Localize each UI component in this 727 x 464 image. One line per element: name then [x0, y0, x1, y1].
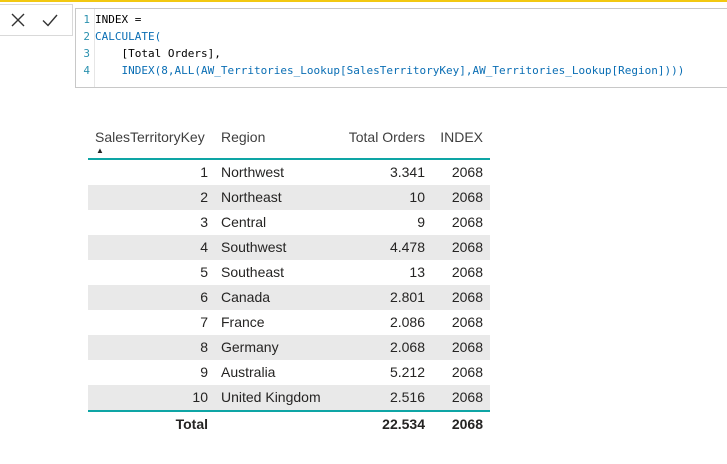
table-row[interactable]: 1 Northwest 3.341 2068 — [88, 160, 490, 185]
line-number: 1 — [83, 13, 90, 26]
formula-bar: 1 INDEX = 2 CALCULATE(3 [Total Orders], 4 IN… — [0, 2, 727, 88]
cell-territory-key: 3 — [200, 214, 208, 230]
table-row[interactable]: 5 Southeast 13 2068 — [88, 260, 490, 285]
table-row[interactable]: 6 Canada 2.801 2068 — [88, 285, 490, 310]
table-body: 1 Northwest 3.341 2068 2 Northeast 10 2068 3 Cent… — [88, 160, 490, 410]
cell-index: 2068 — [451, 239, 483, 255]
cell-total-orders: 2.086 — [389, 314, 425, 330]
table-row[interactable]: 4 Southwest 4.478 2068 — [88, 235, 490, 260]
line-number: 3 — [83, 47, 90, 60]
code-line: 1 INDEX = — [76, 11, 141, 28]
cell-total-orders: 4.478 — [389, 239, 425, 255]
table-row[interactable]: 2 Northeast 10 2068 — [88, 185, 490, 210]
cell-index: 2068 — [451, 264, 483, 280]
cell-total-orders: 5.212 — [389, 364, 425, 380]
code-line: 4 INDEX(8,ALL(AW_Territories_Lookup[Sale… — [76, 62, 684, 79]
table-row[interactable]: 7 France 2.086 2068 — [88, 310, 490, 335]
total-label: Total — [175, 416, 208, 432]
code-line: 2 CALCULATE( — [76, 28, 161, 45]
cell-index: 2068 — [451, 189, 483, 205]
cell-territory-key: 10 — [192, 389, 208, 405]
code-line: 3 [Total Orders], — [76, 45, 221, 62]
table-total-row: Total 22.534 2068 — [88, 410, 490, 437]
code-text: [Total Orders], — [95, 47, 221, 60]
table-visual: SalesTerritoryKey ▲ Region Total Orders … — [88, 122, 490, 437]
cell-total-orders: 2.068 — [389, 339, 425, 355]
table-header-row: SalesTerritoryKey ▲ Region Total Orders … — [88, 122, 490, 160]
formula-actions — [0, 4, 73, 36]
column-header-total-orders[interactable]: Total Orders — [338, 122, 425, 152]
commit-formula-button[interactable] — [38, 8, 62, 32]
cell-total-orders: 3.341 — [389, 164, 425, 180]
cell-index: 2068 — [451, 314, 483, 330]
x-icon — [11, 13, 25, 27]
cell-territory-key: 5 — [200, 264, 208, 280]
table-row[interactable]: 3 Central 9 2068 — [88, 210, 490, 235]
cell-index: 2068 — [451, 214, 483, 230]
line-number: 4 — [83, 64, 90, 77]
code-text: INDEX(8,ALL(AW_Territories_Lookup[SalesT… — [95, 64, 685, 77]
cell-index: 2068 — [451, 364, 483, 380]
cell-total-orders: 10 — [409, 189, 425, 205]
cancel-formula-button[interactable] — [6, 8, 30, 32]
cell-territory-key: 1 — [200, 164, 208, 180]
table-row[interactable]: 9 Australia 5.212 2068 — [88, 360, 490, 385]
table-row[interactable]: 8 Germany 2.068 2068 — [88, 335, 490, 360]
column-header-index[interactable]: INDEX — [428, 122, 483, 152]
sort-ascending-icon: ▲ — [96, 146, 104, 155]
cell-territory-key: 7 — [200, 314, 208, 330]
line-number: 2 — [83, 30, 90, 43]
total-orders-value: 22.534 — [382, 416, 425, 432]
code-text: CALCULATE( — [95, 30, 162, 43]
cell-total-orders: 9 — [417, 214, 425, 230]
total-index-value: 2068 — [451, 416, 483, 432]
cell-territory-key: 4 — [200, 239, 208, 255]
cell-territory-key: 8 — [200, 339, 208, 355]
checkmark-icon — [42, 14, 58, 27]
dax-formula-editor[interactable]: 1 INDEX = 2 CALCULATE(3 [Total Orders], 4 IN… — [75, 8, 727, 88]
cell-total-orders: 13 — [409, 264, 425, 280]
cell-total-orders: 2.516 — [389, 389, 425, 405]
cell-territory-key: 9 — [200, 364, 208, 380]
cell-index: 2068 — [451, 164, 483, 180]
cell-territory-key: 6 — [200, 289, 208, 305]
cell-index: 2068 — [451, 389, 483, 405]
cell-territory-key: 2 — [200, 189, 208, 205]
cell-total-orders: 2.801 — [389, 289, 425, 305]
table-row[interactable]: 10 United Kingdom 2.516 2068 — [88, 385, 490, 410]
code-text: INDEX = — [95, 13, 142, 26]
cell-index: 2068 — [451, 289, 483, 305]
cell-index: 2068 — [451, 339, 483, 355]
column-header-salesterritorykey[interactable]: SalesTerritoryKey — [95, 122, 215, 152]
